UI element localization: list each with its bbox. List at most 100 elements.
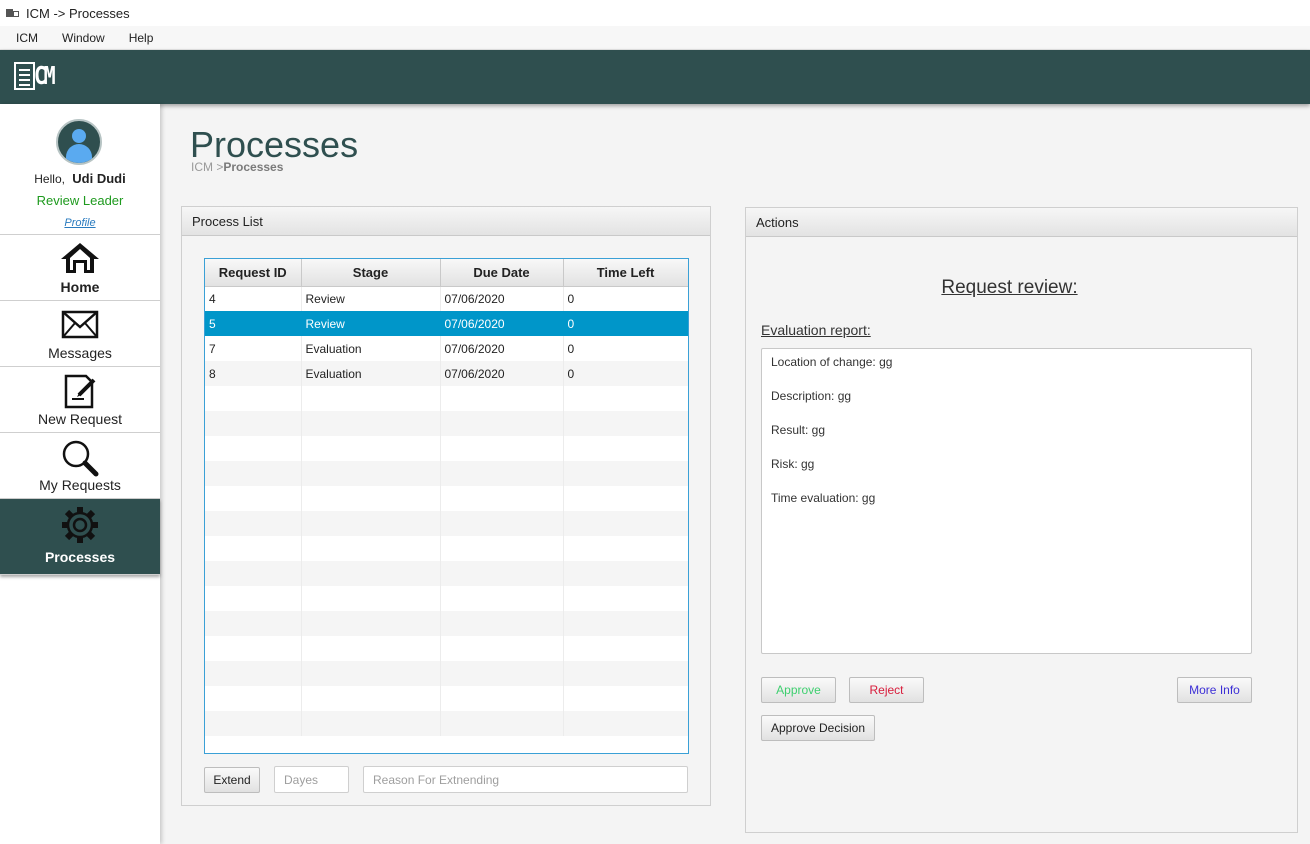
- table-row-empty: [205, 536, 688, 561]
- table-cell: Review: [301, 311, 441, 336]
- table-row[interactable]: 7 Evaluation 07/06/2020 0: [205, 336, 688, 361]
- table-cell: [563, 486, 688, 511]
- profile-link[interactable]: Profile: [0, 217, 160, 229]
- table-cell: 0: [563, 286, 688, 311]
- table-cell: 4: [205, 286, 302, 311]
- table-cell: [205, 461, 302, 486]
- process-list-title: Process List: [182, 207, 710, 236]
- table-row[interactable]: 4 Review 07/06/2020 0: [205, 286, 688, 311]
- table-cell: [301, 686, 441, 711]
- table-cell: [563, 411, 688, 436]
- table-cell: [301, 611, 441, 636]
- table-row[interactable]: 5 Review 07/06/2020 0: [205, 311, 688, 336]
- table-cell: 07/06/2020: [440, 336, 564, 361]
- menu-window[interactable]: Window: [50, 31, 117, 45]
- menu-icm[interactable]: ICM: [4, 31, 50, 45]
- sidebar-item-my-requests[interactable]: My Requests: [0, 433, 160, 499]
- home-icon: [61, 243, 99, 273]
- table-row-empty: [205, 636, 688, 661]
- table-cell: [563, 711, 688, 736]
- column-header-time-left[interactable]: Time Left: [563, 259, 688, 287]
- breadcrumb: ICM >Processes: [191, 160, 283, 174]
- table-cell: [205, 486, 302, 511]
- table-row-empty: [205, 561, 688, 586]
- sidebar-item-label: Messages: [48, 345, 112, 361]
- table-cell: Evaluation: [301, 361, 441, 386]
- logo-document-icon: [14, 62, 35, 90]
- column-header-due-date[interactable]: Due Date: [440, 259, 564, 287]
- table-row[interactable]: 8 Evaluation 07/06/2020 0: [205, 361, 688, 386]
- actions-panel: Actions Request review: Evaluation repor…: [745, 207, 1298, 833]
- table-cell: [563, 561, 688, 586]
- envelope-icon: [61, 310, 99, 339]
- reject-button[interactable]: Reject: [849, 677, 924, 703]
- table-cell: [205, 611, 302, 636]
- request-review-title: Request review:: [941, 277, 1078, 298]
- greeting-text: Hello,: [34, 172, 65, 186]
- breadcrumb-root[interactable]: ICM: [191, 160, 213, 174]
- table-cell: [440, 711, 564, 736]
- table-header-row: Request ID Stage Due Date Time Left: [205, 259, 688, 287]
- more-info-button[interactable]: More Info: [1177, 677, 1252, 703]
- approve-decision-button[interactable]: Approve Decision: [761, 715, 875, 741]
- table-cell: [301, 636, 441, 661]
- sidebar-item-label: Processes: [44, 549, 116, 565]
- new-document-icon: [64, 374, 96, 409]
- table-cell: [440, 536, 564, 561]
- table-cell: [563, 661, 688, 686]
- report-line-location: Location of change: gg: [771, 355, 893, 369]
- sidebar-item-home[interactable]: Home: [0, 235, 160, 301]
- evaluation-report-textarea[interactable]: Location of change: gg Description: gg R…: [761, 348, 1252, 654]
- table-cell: [440, 511, 564, 536]
- sidebar: Hello, Udi Dudi Review Leader Profile Ho…: [0, 104, 160, 844]
- reason-input[interactable]: Reason For Extnending: [363, 766, 688, 793]
- sidebar-item-processes[interactable]: Processes: [0, 499, 160, 575]
- table-cell: [440, 586, 564, 611]
- evaluation-report-label: Evaluation report:: [761, 322, 871, 338]
- sidebar-item-messages[interactable]: Messages: [0, 301, 160, 367]
- table-row-empty: [205, 386, 688, 411]
- menu-help[interactable]: Help: [117, 31, 166, 45]
- table-cell: [301, 436, 441, 461]
- user-role: Review Leader: [36, 193, 124, 208]
- table-cell: [301, 411, 441, 436]
- process-table[interactable]: Request ID Stage Due Date Time Left 4 Rev…: [204, 258, 689, 754]
- approve-button[interactable]: Approve: [761, 677, 836, 703]
- logo-text: CM: [34, 61, 56, 90]
- table-cell: 0: [563, 336, 688, 361]
- column-header-stage[interactable]: Stage: [301, 259, 441, 287]
- table-cell: [205, 436, 302, 461]
- table-cell: [205, 411, 302, 436]
- sidebar-item-new-request[interactable]: New Request: [0, 367, 160, 433]
- table-cell: [205, 686, 302, 711]
- table-cell: Review: [301, 286, 441, 311]
- column-header-request-id[interactable]: Request ID: [205, 259, 302, 287]
- table-row-empty: [205, 511, 688, 536]
- sidebar-item-label: My Requests: [39, 477, 121, 493]
- table-cell: [563, 636, 688, 661]
- process-list-panel: Process List Request ID Stage Due Date T…: [181, 206, 711, 806]
- greeting: Hello, Udi Dudi: [0, 171, 160, 186]
- table-cell: 0: [563, 311, 688, 336]
- table-cell: [563, 461, 688, 486]
- table-cell: 07/06/2020: [440, 286, 564, 311]
- table-cell: [563, 686, 688, 711]
- table-cell: [563, 586, 688, 611]
- table-row-empty: [205, 711, 688, 736]
- days-input[interactable]: Dayes: [274, 766, 349, 793]
- window-titlebar: ICM -> Processes: [0, 0, 1310, 26]
- actions-title: Actions: [746, 208, 1297, 237]
- table-cell: [301, 486, 441, 511]
- table-row-empty: [205, 686, 688, 711]
- extend-button[interactable]: Extend: [204, 767, 260, 793]
- table-cell: 07/06/2020: [440, 311, 564, 336]
- table-cell: [440, 411, 564, 436]
- table-cell: [440, 686, 564, 711]
- avatar: [56, 119, 102, 165]
- table-cell: [440, 561, 564, 586]
- table-cell: [563, 511, 688, 536]
- table-row-empty: [205, 661, 688, 686]
- table-cell: [440, 636, 564, 661]
- table-cell: [205, 536, 302, 561]
- gear-icon: [62, 507, 98, 543]
